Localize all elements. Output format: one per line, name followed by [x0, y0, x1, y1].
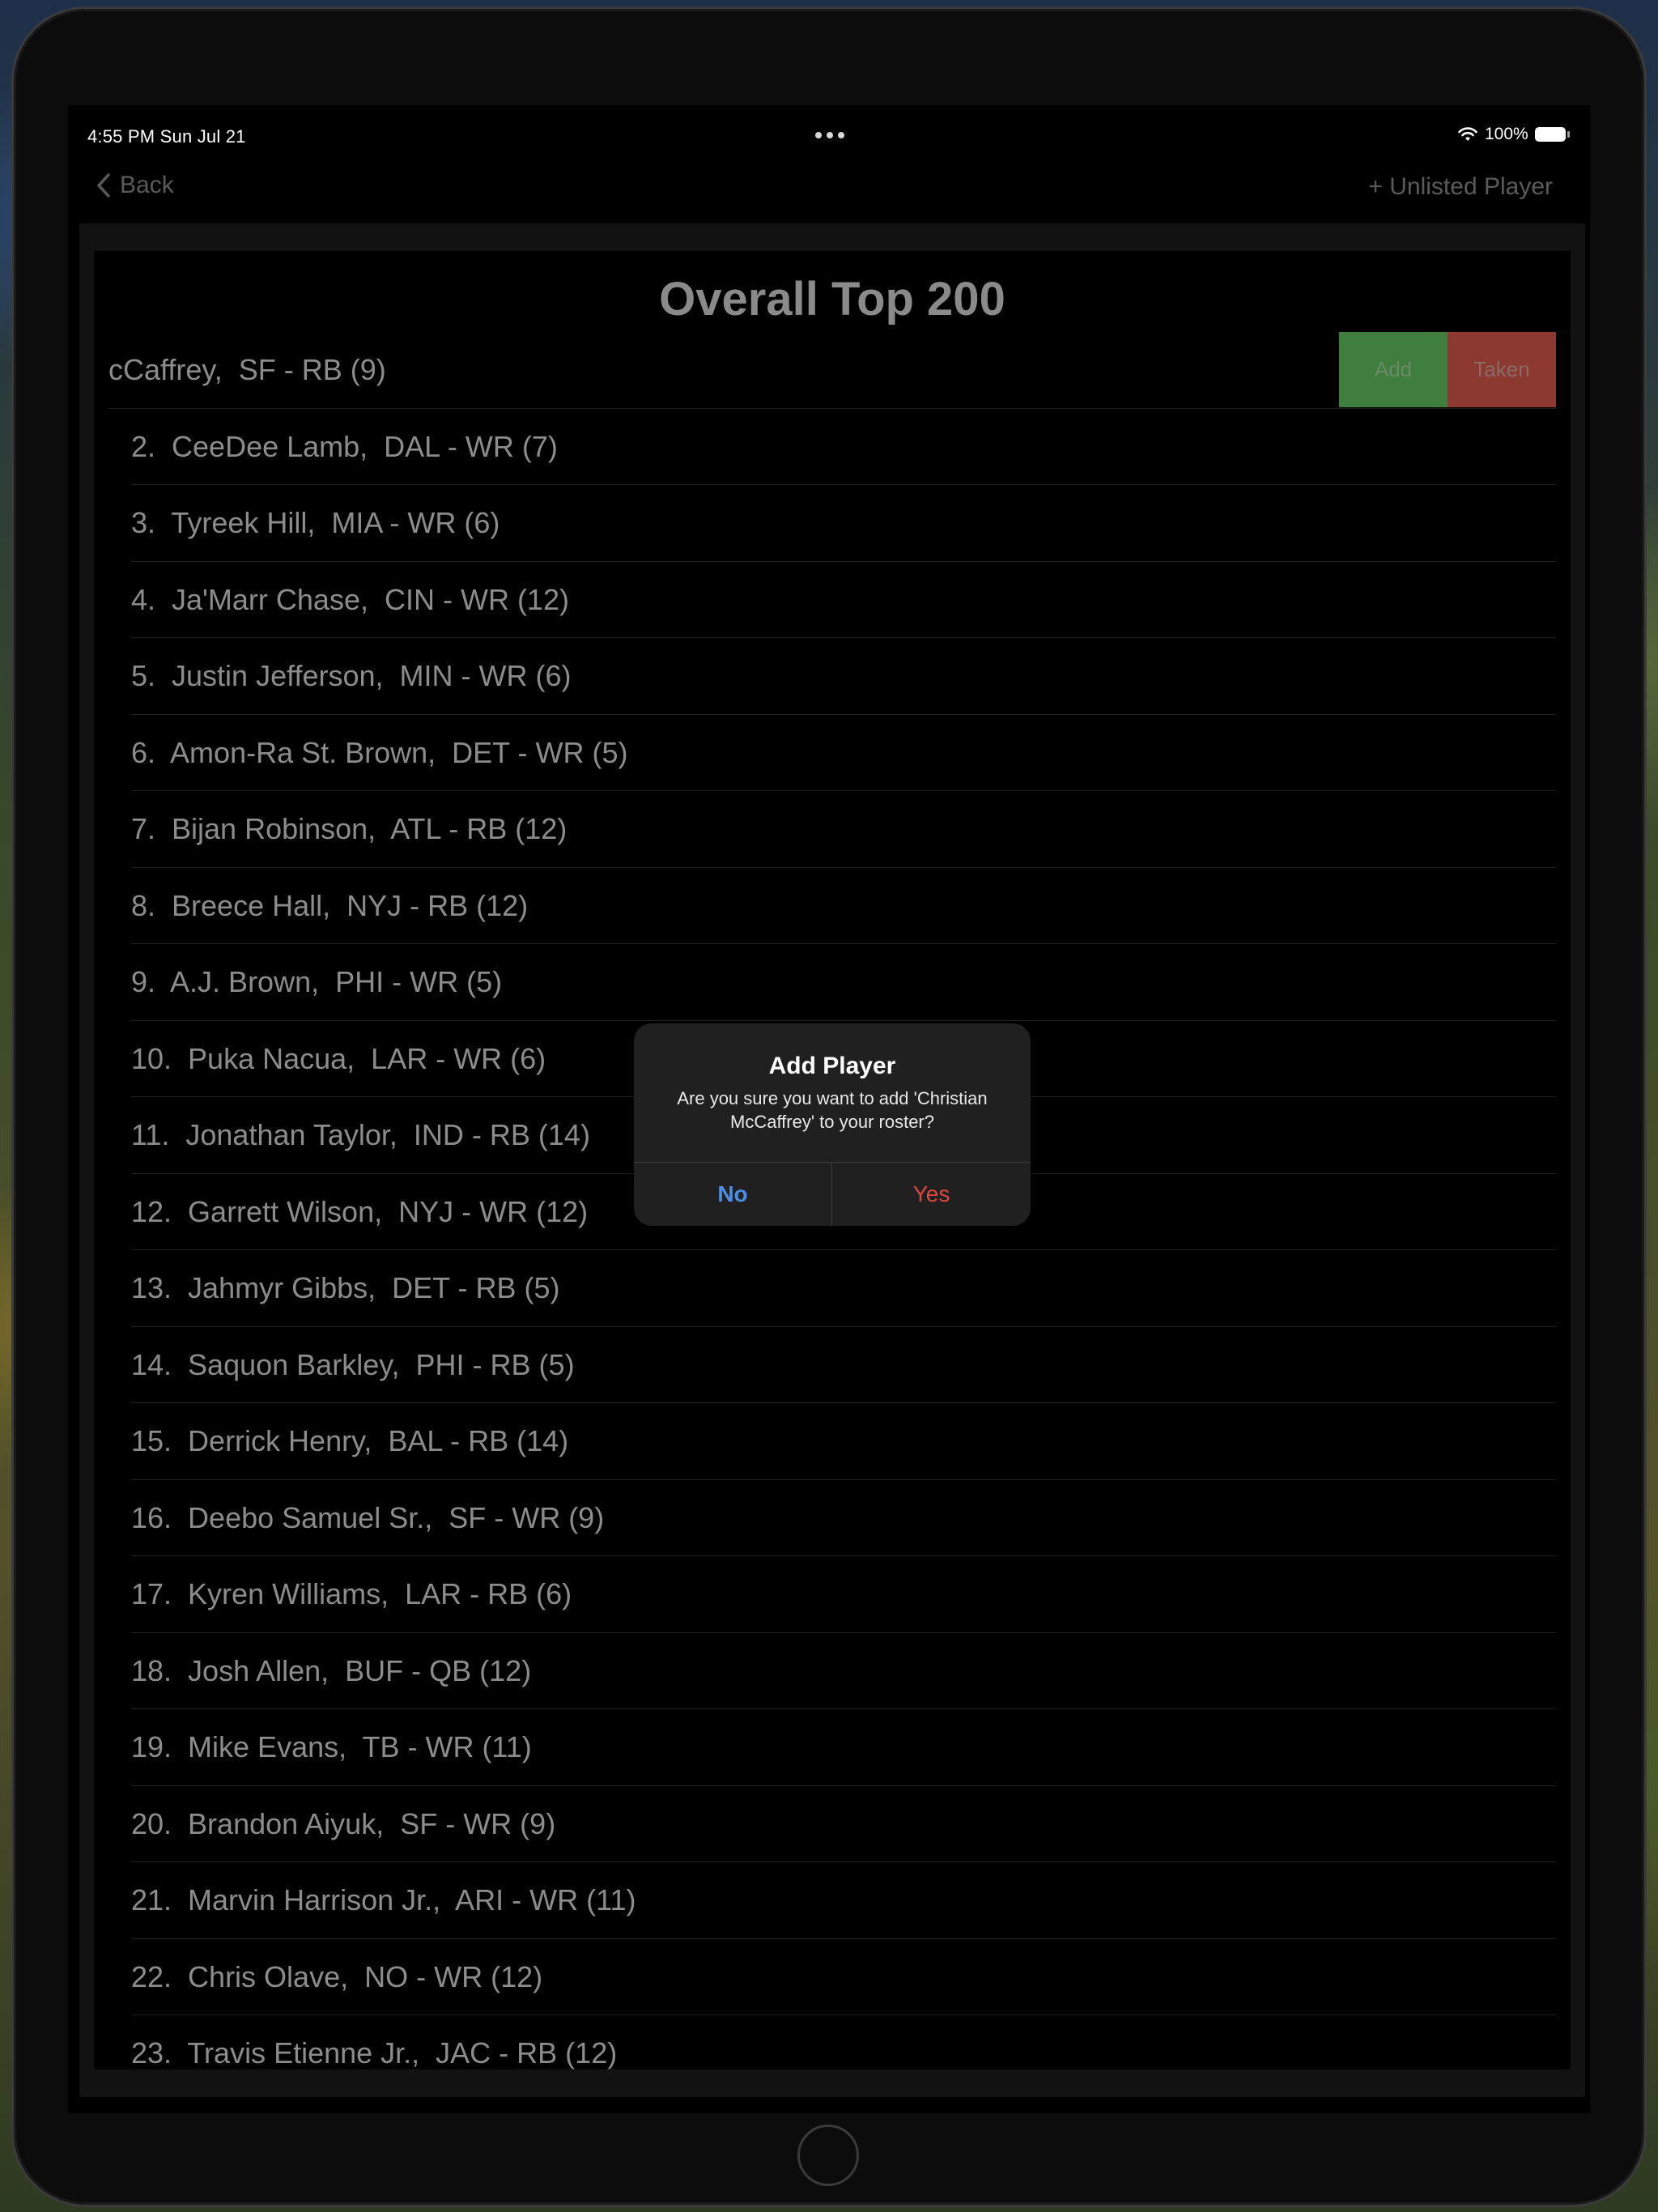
player-row-label: 4. Ja'Marr Chase, CIN - WR (12) [131, 582, 569, 616]
player-row[interactable]: 22. Chris Olave, NO - WR (12) [131, 1939, 1556, 2015]
battery-percent: 100% [1485, 125, 1528, 143]
player-row-label: 12. Garrett Wilson, NYJ - WR (12) [131, 1194, 589, 1228]
yes-button[interactable]: Yes [832, 1163, 1031, 1226]
player-row-label: cCaffrey, SF - RB (9) [108, 353, 386, 386]
battery-icon [1534, 127, 1570, 142]
player-row-label: 6. Amon-Ra St. Brown, DET - WR (5) [131, 735, 628, 769]
player-row[interactable]: 17. Kyren Williams, LAR - RB (6) [131, 1556, 1556, 1633]
player-row[interactable]: 16. Deebo Samuel Sr., SF - WR (9) [131, 1480, 1556, 1556]
player-row-label: 22. Chris Olave, NO - WR (12) [131, 1959, 543, 1993]
player-row-label: 16. Deebo Samuel Sr., SF - WR (9) [131, 1500, 605, 1534]
player-row-label: 5. Justin Jefferson, MIN - WR (6) [131, 659, 572, 692]
more-dots-icon[interactable] [815, 128, 848, 143]
player-row-label: 23. Travis Etienne Jr., JAC - RB (12) [131, 2036, 618, 2069]
player-row[interactable]: 14. Saquon Barkley, PHI - RB (5) [131, 1327, 1556, 1403]
home-button[interactable] [797, 2125, 859, 2186]
player-row-label: 17. Kyren Williams, LAR - RB (6) [131, 1577, 572, 1610]
player-row-label: 20. Brandon Aiyuk, SF - WR (9) [131, 1806, 556, 1840]
alert-message: Are you sure you want to add 'Christian … [677, 1088, 988, 1132]
player-row-label: 2. CeeDee Lamb, DAL - WR (7) [131, 429, 558, 463]
page-title: Overall Top 200 [659, 273, 1005, 325]
player-row[interactable]: 15. Derrick Henry, BAL - RB (14) [131, 1403, 1556, 1480]
chevron-left-icon [97, 173, 110, 198]
player-row[interactable]: 4. Ja'Marr Chase, CIN - WR (12) [131, 562, 1556, 638]
player-row[interactable]: 7. Bijan Robinson, ATL - RB (12) [131, 791, 1556, 868]
player-row-label: 10. Puka Nacua, LAR - WR (6) [131, 1041, 546, 1075]
player-row-label: 13. Jahmyr Gibbs, DET - RB (5) [131, 1271, 560, 1304]
status-time: 4:55 PM Sun Jul 21 [87, 126, 246, 147]
player-row[interactable]: 19. Mike Evans, TB - WR (11) [131, 1709, 1556, 1786]
player-row[interactable]: 8. Breece Hall, NYJ - RB (12) [131, 868, 1556, 944]
wifi-icon [1458, 127, 1477, 141]
player-row[interactable]: 20. Brandon Aiyuk, SF - WR (9) [131, 1786, 1556, 1862]
player-row[interactable]: 21. Marvin Harrison Jr., ARI - WR (11) [131, 1862, 1556, 1939]
player-row-label: 9. A.J. Brown, PHI - WR (5) [131, 965, 503, 998]
player-row[interactable]: 2. CeeDee Lamb, DAL - WR (7) [131, 409, 1556, 485]
no-button[interactable]: No [634, 1163, 831, 1226]
player-row[interactable]: 23. Travis Etienne Jr., JAC - RB (12) [131, 2015, 1556, 2069]
add-button[interactable]: Add [1339, 332, 1448, 407]
status-indicators: 100% [1457, 125, 1570, 144]
player-row[interactable]: 13. Jahmyr Gibbs, DET - RB (5) [131, 1250, 1556, 1327]
player-row[interactable]: 18. Josh Allen, BUF - QB (12) [131, 1633, 1556, 1709]
back-button[interactable]: Back [96, 172, 174, 199]
player-row-label: 3. Tyreek Hill, MIA - WR (6) [131, 506, 500, 539]
player-row[interactable]: 6. Amon-Ra St. Brown, DET - WR (5) [131, 715, 1556, 791]
player-row-label: 21. Marvin Harrison Jr., ARI - WR (11) [131, 1883, 636, 1916]
player-row-label: 18. Josh Allen, BUF - QB (12) [131, 1653, 532, 1687]
player-row-label: 15. Derrick Henry, BAL - RB (14) [131, 1424, 569, 1457]
player-row-swiped[interactable]: cCaffrey, SF - RB (9) Add Taken [108, 332, 1556, 409]
player-row-label: 14. Saquon Barkley, PHI - RB (5) [131, 1347, 575, 1381]
player-row[interactable]: 3. Tyreek Hill, MIA - WR (6) [131, 485, 1556, 562]
player-row-label: 11. Jonathan Taylor, IND - RB (14) [131, 1118, 590, 1151]
taken-button[interactable]: Taken [1448, 332, 1556, 407]
player-row-label: 7. Bijan Robinson, ATL - RB (12) [131, 812, 568, 845]
player-row-label: 8. Breece Hall, NYJ - RB (12) [131, 888, 529, 922]
alert-title: Add Player [768, 1053, 896, 1079]
player-row[interactable]: 5. Justin Jefferson, MIN - WR (6) [131, 638, 1556, 715]
player-row-label: 19. Mike Evans, TB - WR (11) [131, 1730, 532, 1763]
add-unlisted-player-button[interactable]: + Unlisted Player [1368, 173, 1553, 201]
add-player-alert: Add Player Are you sure you want to add … [634, 1023, 1031, 1226]
back-label: Back [120, 172, 174, 198]
player-row[interactable]: 9. A.J. Brown, PHI - WR (5) [131, 944, 1556, 1021]
